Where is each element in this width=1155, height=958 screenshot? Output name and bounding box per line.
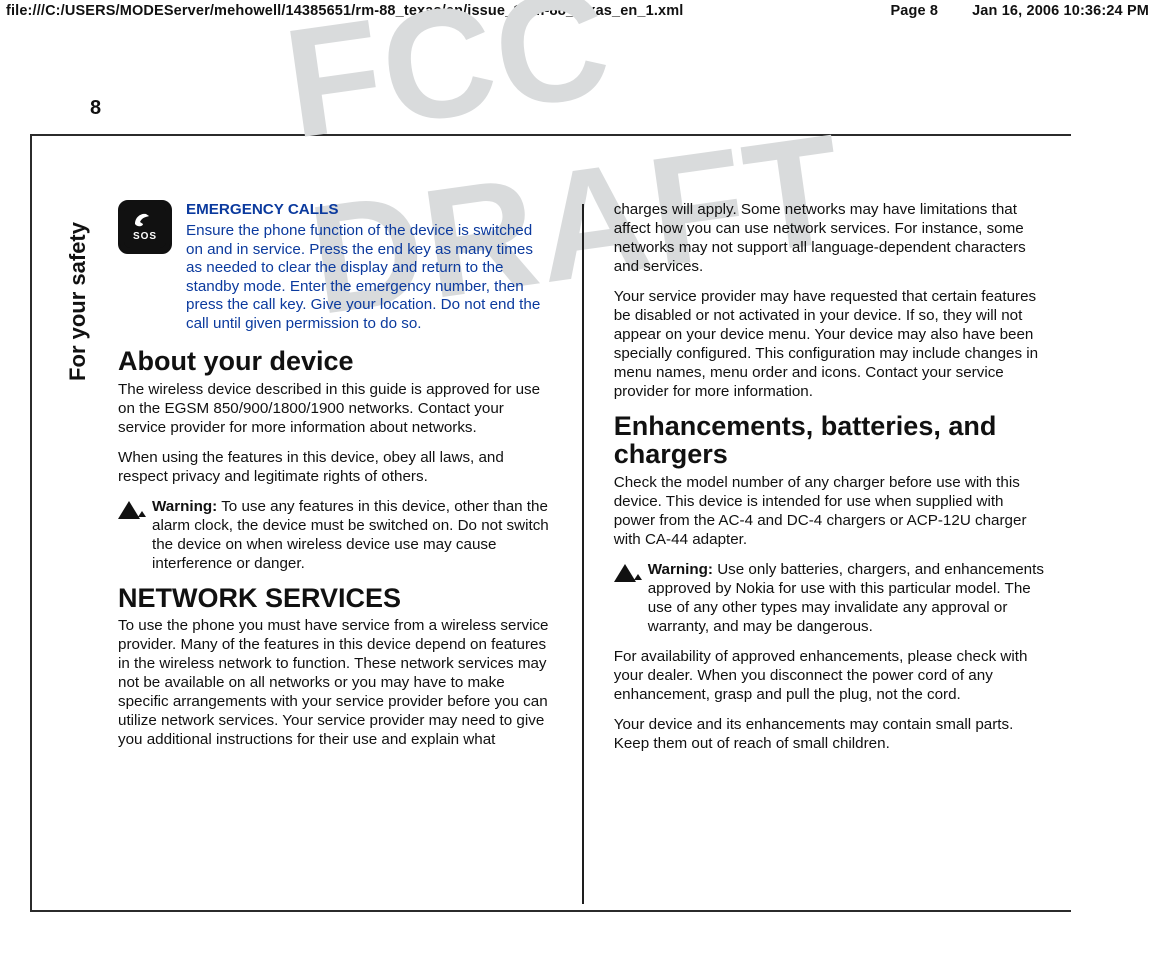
enhancements-p1: Check the model number of any charger be… [614,473,1048,549]
warning1-label: Warning: [152,498,217,515]
emergency-body: Ensure the phone function of the device … [186,222,552,333]
content-columns: SOS EMERGENCY CALLS Ensure the phone fun… [118,200,1048,904]
warning-block-2: Warning: Use only batteries, chargers, a… [614,560,1048,636]
warning-block-1: Warning: To use any features in this dev… [118,497,552,573]
column-left: SOS EMERGENCY CALLS Ensure the phone fun… [118,200,552,904]
side-title: For your safety [65,222,91,381]
metadata-bar: file:///C:/USERS/MODEServer/mehowell/143… [0,0,1155,19]
file-path: file:///C:/USERS/MODEServer/mehowell/143… [6,3,683,19]
column-right: charges will apply. Some networks may ha… [614,200,1048,904]
network-heading: NETWORK SERVICES [118,584,552,612]
warning2-label: Warning: [648,561,713,578]
sos-label: SOS [133,231,157,244]
about-p2: When using the features in this device, … [118,448,552,486]
network-p1: To use the phone you must have service f… [118,616,552,749]
about-p1: The wireless device described in this gu… [118,380,552,437]
col2-p1: charges will apply. Some networks may ha… [614,200,1048,276]
warning-icon [614,562,642,584]
sos-icon: SOS [118,200,172,254]
column-divider [582,204,583,904]
enhancements-heading: Enhancements, batteries, and chargers [614,412,1048,469]
col2-p2: Your service provider may have requested… [614,287,1048,401]
emergency-title: EMERGENCY CALLS [186,200,552,219]
tail-p1: For availability of approved enhancement… [614,647,1048,704]
about-heading: About your device [118,347,552,375]
tail-p2: Your device and its enhancements may con… [614,715,1048,753]
page-number: 8 [90,97,101,120]
warning-icon [118,499,146,521]
page-label: Page 8 [890,3,938,19]
emergency-block: SOS EMERGENCY CALLS Ensure the phone fun… [118,200,552,333]
timestamp: Jan 16, 2006 10:36:24 PM [972,3,1149,19]
